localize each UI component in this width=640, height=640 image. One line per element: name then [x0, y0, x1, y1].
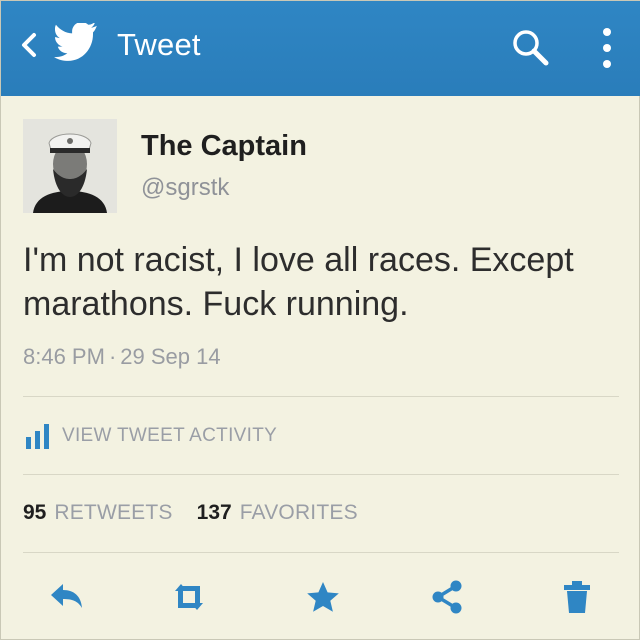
favorite-star-icon[interactable] — [303, 579, 343, 615]
tweet-timestamp: 8:46 PM · 29 Sep 14 — [23, 344, 221, 370]
favorites-count[interactable]: 137 — [197, 501, 232, 525]
tweet-action-bar — [1, 573, 640, 621]
divider — [23, 396, 619, 397]
share-icon[interactable] — [427, 579, 467, 615]
search-icon[interactable] — [509, 26, 551, 68]
retweets-label[interactable]: RETWEETS — [54, 501, 172, 525]
tweet-stats: 95 RETWEETS 137 FAVORITES — [23, 501, 382, 525]
tweet-time: 8:46 PM — [23, 344, 105, 369]
avatar[interactable] — [23, 119, 117, 213]
tweet-date: 29 Sep 14 — [120, 344, 221, 369]
view-tweet-activity-label: VIEW TWEET ACTIVITY — [62, 425, 278, 446]
twitter-bird-icon — [54, 23, 97, 61]
back-arrow-icon[interactable] — [17, 31, 41, 59]
view-tweet-activity-link[interactable]: VIEW TWEET ACTIVITY — [23, 421, 277, 451]
page-title: Tweet — [117, 27, 201, 62]
app-header: Tweet — [1, 1, 640, 96]
tweet-screen: Tweet The Captain @sgrstk I'm not racist… — [0, 0, 640, 640]
divider — [23, 474, 619, 475]
retweet-icon[interactable] — [169, 579, 209, 615]
favorites-label[interactable]: FAVORITES — [240, 501, 358, 525]
author-name[interactable]: The Captain — [141, 130, 307, 163]
retweets-count[interactable]: 95 — [23, 501, 46, 525]
overflow-menu-icon[interactable] — [599, 25, 615, 71]
delete-trash-icon[interactable] — [557, 579, 597, 615]
author-handle[interactable]: @sgrstk — [141, 174, 229, 202]
reply-icon[interactable] — [47, 579, 87, 615]
tweet-text: I'm not racist, I love all races. Except… — [23, 241, 574, 323]
bar-chart-icon — [26, 424, 49, 449]
timestamp-separator: · — [108, 344, 117, 369]
divider — [23, 552, 619, 553]
